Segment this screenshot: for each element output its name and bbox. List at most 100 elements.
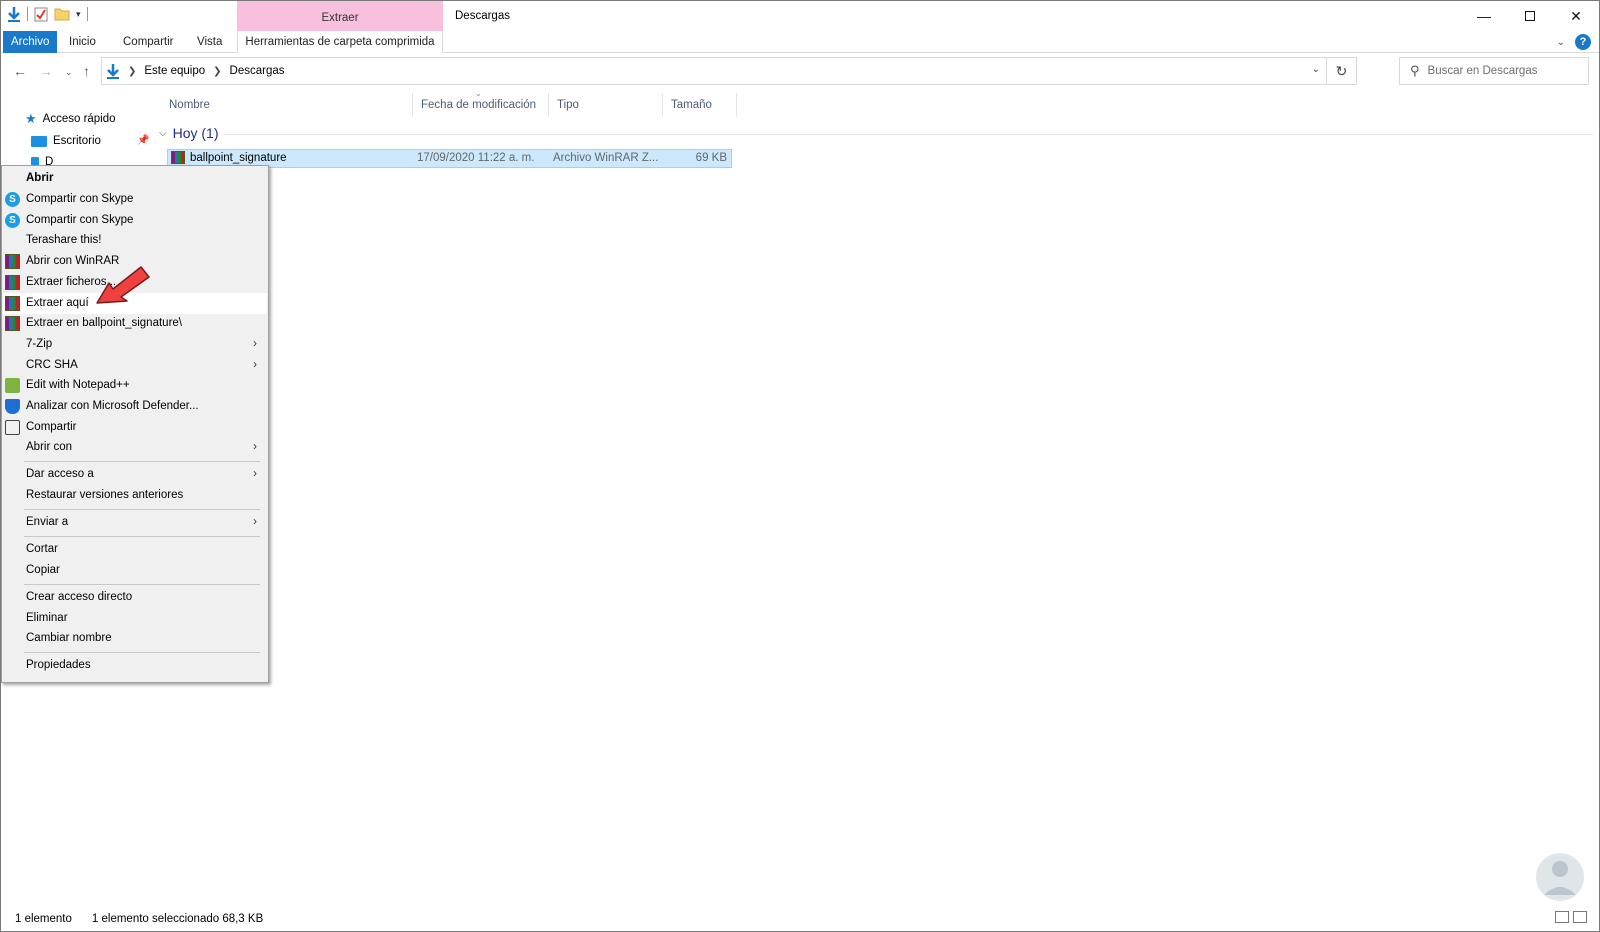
menu-item-dar-acceso[interactable]: Dar acceso a › — [3, 464, 267, 485]
submenu-arrow-icon: › — [253, 338, 257, 350]
group-collapse-icon[interactable]: ⌵ — [159, 128, 167, 139]
qat-separator — [27, 7, 28, 21]
menu-item-copiar[interactable]: Copiar — [3, 560, 267, 581]
menu-item-label: Edit with Notepad++ — [26, 379, 130, 391]
minimize-icon: — — [1477, 8, 1491, 24]
menu-item-eliminar[interactable]: Eliminar — [3, 608, 267, 629]
properties-icon[interactable] — [34, 6, 48, 22]
column-headers: Nombre Fecha de modificación Tipo Tamaño — [161, 93, 737, 117]
menu-item-label: Extraer en ballpoint_signature\ — [26, 317, 182, 329]
refresh-icon[interactable]: ↻ — [1326, 58, 1356, 84]
breadcrumb-chevron-icon[interactable]: ❯ — [213, 66, 221, 77]
menu-separator — [24, 509, 260, 510]
status-item-count: 1 elemento — [15, 913, 72, 925]
context-menu: Abrir S Compartir con Skype S Compartir co… — [1, 165, 269, 683]
menu-item-compartir-skype-2[interactable]: S Compartir con Skype — [3, 210, 267, 231]
star-icon: ★ — [25, 111, 37, 126]
file-date: 17/09/2020 11:22 a. m. — [417, 152, 535, 164]
search-placeholder: Buscar en Descargas — [1427, 65, 1538, 77]
address-dropdown-icon[interactable]: ⌄ — [1312, 64, 1320, 75]
ribbon-tabs: Archivo Inicio Compartir Vista Herramien… — [1, 31, 1599, 53]
recent-locations-icon[interactable]: ⌄ — [65, 67, 73, 78]
new-folder-icon[interactable] — [54, 7, 70, 21]
column-tamano[interactable]: Tamaño — [663, 93, 737, 117]
expand-ribbon-icon[interactable]: ⌄ — [1557, 37, 1565, 48]
menu-item-abrir-con[interactable]: Abrir con › — [3, 437, 267, 458]
menu-item-terashare[interactable]: Terashare this! — [3, 230, 267, 251]
nav-item-acceso-rapido[interactable]: ★ Acceso rápido — [25, 109, 116, 129]
forward-arrow-icon[interactable]: → — [39, 63, 53, 79]
menu-item-label: Dar acceso a — [26, 468, 94, 480]
menu-item-abrir[interactable]: Abrir — [3, 168, 267, 189]
maximize-button[interactable] — [1507, 1, 1553, 31]
menu-item-crc-sha[interactable]: CRC SHA › — [3, 355, 267, 376]
winrar-icon — [5, 254, 20, 269]
column-tipo[interactable]: Tipo — [549, 93, 663, 117]
tab-compartir[interactable]: Compartir — [113, 31, 183, 53]
window-controls: — ✕ — [1461, 1, 1599, 31]
quick-access-toolbar: ▾ — [7, 6, 88, 22]
menu-item-restaurar[interactable]: Restaurar versiones anteriores — [3, 485, 267, 506]
menu-separator — [24, 652, 260, 653]
file-type: Archivo WinRAR Z... — [553, 152, 659, 164]
minimize-button[interactable]: — — [1461, 1, 1507, 31]
context-tab-header: Extraer — [237, 1, 443, 31]
menu-item-extraer-en[interactable]: Extraer en ballpoint_signature\ — [3, 313, 267, 334]
menu-item-7zip[interactable]: 7-Zip › — [3, 334, 267, 355]
submenu-arrow-icon: › — [253, 516, 257, 528]
file-size: 69 KB — [695, 152, 727, 164]
menu-item-defender[interactable]: Analizar con Microsoft Defender... — [3, 396, 267, 417]
navigation-bar: ← → ⌄ ↑ ❯ Este equipo ❯ Descargas ⌄ ↻ ⚲ … — [1, 57, 1599, 87]
nav-item-label: Escritorio — [53, 135, 101, 147]
title-bar: ▾ Extraer Descargas — ✕ — [1, 1, 1599, 31]
up-arrow-icon[interactable]: ↑ — [83, 63, 90, 79]
explorer-window: ▾ Extraer Descargas — ✕ Archivo Inicio C… — [0, 0, 1600, 932]
menu-item-propiedades[interactable]: Propiedades — [3, 655, 267, 676]
menu-item-notepad[interactable]: Edit with Notepad++ — [3, 375, 267, 396]
customize-qat-icon[interactable]: ▾ — [76, 9, 81, 20]
group-divider — [223, 134, 1593, 135]
menu-separator — [24, 536, 260, 537]
tab-herramientas-carpeta-comprimida[interactable]: Herramientas de carpeta comprimida — [237, 31, 443, 53]
pin-icon[interactable]: 📌 — [137, 135, 149, 146]
file-name: ballpoint_signature — [190, 152, 287, 164]
column-nombre[interactable]: Nombre — [161, 93, 413, 117]
breadcrumb-chevron-icon[interactable]: ❯ — [128, 66, 136, 77]
menu-item-label: Compartir con Skype — [26, 193, 134, 205]
address-bar[interactable]: ❯ Este equipo ❯ Descargas ⌄ ↻ — [101, 57, 1357, 85]
breadcrumb-descargas[interactable]: Descargas — [230, 65, 285, 77]
winrar-file-icon — [171, 151, 185, 164]
tab-archivo[interactable]: Archivo — [3, 31, 58, 53]
search-box[interactable]: ⚲ Buscar en Descargas — [1399, 57, 1589, 85]
menu-item-compartir-skype[interactable]: S Compartir con Skype — [3, 189, 267, 210]
tab-vista[interactable]: Vista — [187, 31, 232, 53]
help-icon[interactable]: ? — [1575, 34, 1591, 50]
menu-item-label: Compartir con Skype — [26, 214, 134, 226]
menu-separator — [24, 584, 260, 585]
download-arrow-icon[interactable] — [7, 6, 21, 22]
group-label: Hoy (1) — [172, 125, 219, 141]
menu-item-enviar-a[interactable]: Enviar a › — [3, 512, 267, 533]
maximize-icon — [1525, 11, 1535, 21]
status-bar: 1 elemento 1 elemento seleccionado 68,3 … — [15, 913, 263, 925]
menu-item-crear-acceso-directo[interactable]: Crear acceso directo — [3, 587, 267, 608]
menu-item-label: Extraer aquí — [26, 297, 89, 309]
menu-item-cambiar-nombre[interactable]: Cambiar nombre — [3, 628, 267, 649]
winrar-icon — [5, 316, 20, 331]
desktop-icon — [31, 135, 47, 147]
window-title: Descargas — [455, 10, 510, 22]
watermark-logo-icon — [1536, 853, 1584, 901]
group-header[interactable]: ⌵ Hoy (1) — [159, 125, 219, 141]
menu-item-label: Enviar a — [26, 516, 69, 528]
tab-inicio[interactable]: Inicio — [59, 31, 106, 53]
menu-item-compartir[interactable]: Compartir — [3, 417, 267, 438]
close-icon: ✕ — [1570, 7, 1582, 24]
breadcrumb-este-equipo[interactable]: Este equipo — [144, 65, 205, 77]
close-button[interactable]: ✕ — [1553, 1, 1599, 31]
skype-icon: S — [5, 192, 20, 207]
submenu-arrow-icon: › — [253, 441, 257, 453]
menu-item-cortar[interactable]: Cortar — [3, 539, 267, 560]
search-icon: ⚲ — [1410, 63, 1420, 78]
back-arrow-icon[interactable]: ← — [13, 63, 27, 79]
nav-item-escritorio[interactable]: Escritorio — [31, 131, 101, 151]
